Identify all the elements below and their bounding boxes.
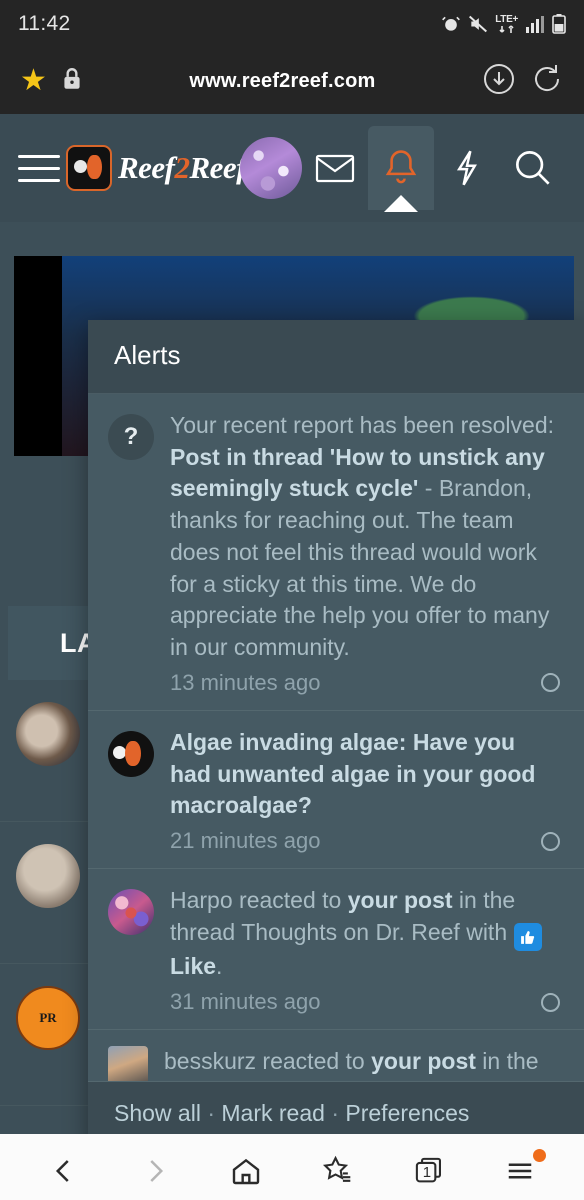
- footer-separator: ·: [324, 1100, 346, 1127]
- alert-text-before: Your recent report has been resolved:: [170, 412, 555, 438]
- clownfish-avatar: [108, 730, 154, 777]
- reload-icon[interactable]: [530, 62, 564, 101]
- status-clock: 11:42: [18, 12, 71, 35]
- alert-text: Your recent report has been resolved: Po…: [170, 410, 562, 664]
- mute-icon: [468, 14, 488, 34]
- alert-item[interactable]: Harpo reacted to your post in the thread…: [88, 869, 584, 1031]
- star-icon[interactable]: ★: [20, 66, 47, 96]
- browser-url-bar[interactable]: ★ www.reef2reef.com: [0, 48, 584, 114]
- nav-icon-group: [302, 126, 566, 212]
- dropdown-caret-icon: [384, 195, 418, 212]
- alert-timestamp: 21 minutes ago: [170, 828, 321, 854]
- alert-item[interactable]: ? Your recent report has been resolved: …: [88, 394, 584, 711]
- hamburger-icon[interactable]: [18, 154, 60, 182]
- show-all-link[interactable]: Show all: [114, 1100, 201, 1126]
- inbox-icon[interactable]: [302, 126, 368, 210]
- alert-footer: 13 minutes ago: [170, 670, 562, 696]
- bell-icon[interactable]: [368, 126, 434, 212]
- alert-username[interactable]: besskurz: [164, 1048, 256, 1074]
- alarm-icon: [441, 14, 461, 34]
- thumbs-up-icon: [513, 923, 542, 952]
- forward-icon: [127, 1143, 183, 1199]
- preferences-link[interactable]: Preferences: [345, 1100, 469, 1126]
- alert-text: besskurz reacted to your post in the: [164, 1046, 562, 1078]
- alert-text-end: .: [216, 953, 223, 980]
- footer-separator: ·: [200, 1100, 222, 1127]
- mark-read-link[interactable]: Mark read: [221, 1100, 325, 1126]
- besskurz-avatar: [108, 1046, 148, 1082]
- clownfish-logo-icon: [65, 145, 112, 191]
- tabs-icon[interactable]: 1: [401, 1143, 457, 1199]
- alert-timestamp: 31 minutes ago: [170, 989, 321, 1015]
- alert-title[interactable]: Algae invading algae: Have you had unwan…: [170, 727, 562, 822]
- alerts-dropdown: Alerts ? Your recent report has been res…: [88, 320, 584, 1134]
- alerts-header: Alerts: [88, 320, 584, 394]
- android-status-bar: 11:42 LTE+: [0, 0, 584, 48]
- alert-item[interactable]: besskurz reacted to your post in the: [88, 1030, 584, 1083]
- back-icon[interactable]: [36, 1143, 92, 1199]
- url-text[interactable]: www.reef2reef.com: [97, 70, 468, 93]
- bolt-icon[interactable]: [434, 126, 500, 210]
- avatar: PR: [16, 986, 80, 1050]
- alert-item[interactable]: Algae invading algae: Have you had unwan…: [88, 710, 584, 870]
- home-icon[interactable]: [218, 1143, 274, 1199]
- avatar: [16, 844, 80, 908]
- alert-timestamp: 13 minutes ago: [170, 669, 321, 695]
- alert-text-before: reacted to: [232, 887, 348, 914]
- menu-badge: [533, 1149, 547, 1162]
- browser-toolbar: 1: [0, 1134, 584, 1200]
- unread-toggle[interactable]: [541, 831, 560, 851]
- web-page-viewport: LATEST PR the rocks in your aquascape ma…: [0, 114, 584, 1134]
- menu-icon[interactable]: [492, 1143, 548, 1199]
- alert-text-after: in the: [475, 1048, 539, 1075]
- site-navigation: Reef2Reef: [0, 114, 584, 222]
- alert-text: Harpo reacted to your post in the thread…: [170, 885, 562, 983]
- alerts-footer: Show all · Mark read · Preferences: [88, 1082, 584, 1134]
- signal-icon: [525, 15, 545, 33]
- alert-username[interactable]: Harpo: [170, 887, 233, 913]
- tab-count: 1: [422, 1164, 432, 1181]
- unread-toggle[interactable]: [541, 992, 560, 1012]
- reaction-label: Like: [170, 953, 217, 980]
- brand-wordmark: Reef2Reef: [117, 150, 247, 185]
- lock-icon[interactable]: [61, 66, 83, 97]
- user-avatar[interactable]: [240, 137, 302, 199]
- alerts-title: Alerts: [114, 340, 181, 370]
- battery-icon: [552, 14, 566, 34]
- site-logo[interactable]: Reef2Reef: [65, 145, 247, 191]
- status-icons: LTE+: [441, 14, 566, 34]
- alert-text-before: reacted to: [256, 1048, 372, 1075]
- alert-text-bold[interactable]: your post: [371, 1048, 476, 1074]
- coral-avatar: [108, 889, 154, 936]
- alert-text-bold[interactable]: your post: [348, 887, 453, 913]
- bookmarks-icon[interactable]: [310, 1143, 366, 1199]
- unread-toggle[interactable]: [541, 673, 560, 693]
- alert-text-after: - Brandon, thanks for reaching out. The …: [170, 475, 550, 661]
- alert-footer: 21 minutes ago: [170, 828, 562, 854]
- question-mark-icon: ?: [108, 414, 154, 460]
- search-icon[interactable]: [500, 126, 566, 210]
- download-icon[interactable]: [482, 62, 516, 101]
- alert-footer: 31 minutes ago: [170, 989, 562, 1015]
- avatar: [16, 702, 80, 766]
- lte-icon: LTE+: [495, 14, 518, 34]
